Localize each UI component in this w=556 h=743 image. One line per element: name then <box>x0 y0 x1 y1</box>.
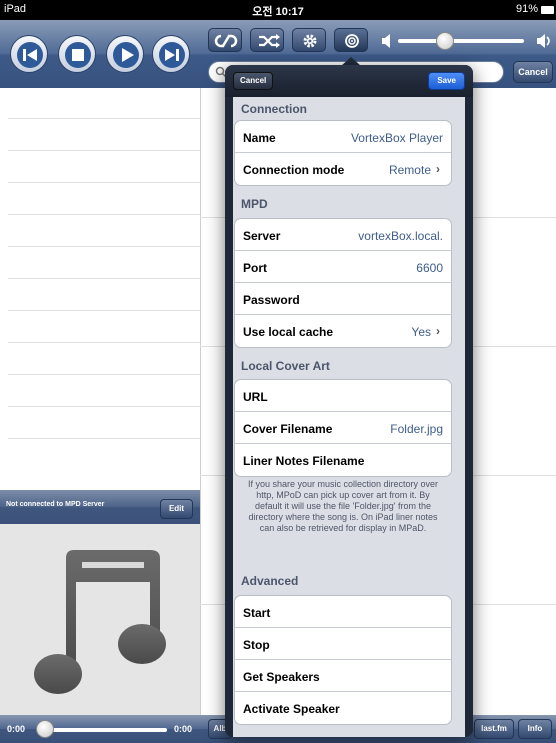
port-value: 6600 <box>416 261 443 275</box>
seek-slider-track[interactable] <box>45 728 167 732</box>
previous-button[interactable] <box>10 35 48 73</box>
use-local-cache-label: Use local cache <box>243 325 334 339</box>
stop-label: Stop <box>243 638 270 652</box>
battery-level: 91% <box>515 3 538 15</box>
use-local-cache-row[interactable]: Use local cache Yes › <box>235 315 451 347</box>
port-label: Port <box>243 261 267 275</box>
url-field[interactable]: URL <box>235 380 451 412</box>
start-button[interactable]: Start <box>235 596 451 628</box>
start-label: Start <box>243 606 271 620</box>
connection-group: Name VortexBox Player Connection mode Re… <box>234 120 452 186</box>
list-row-divider <box>8 342 200 343</box>
liner-notes-filename-label: Liner Notes Filename <box>243 454 365 468</box>
library-list[interactable] <box>0 88 200 490</box>
music-note-icon <box>34 550 166 694</box>
shuffle-icon <box>259 34 280 48</box>
port-field[interactable]: Port 6600 <box>235 251 451 283</box>
next-icon <box>159 42 185 68</box>
activate-speaker-button[interactable]: Activate Speaker <box>235 692 451 724</box>
activate-speaker-label: Activate Speaker <box>243 702 340 716</box>
search-cancel-button[interactable]: Cancel <box>513 61 553 83</box>
outputs-toggle[interactable] <box>334 28 368 52</box>
list-row-divider <box>8 118 200 119</box>
connection-mode-label: Connection mode <box>243 163 345 177</box>
list-row-divider <box>8 374 200 375</box>
list-row-divider <box>8 278 200 279</box>
settings-popover: Cancel Save Connection Name VortexBox Pl… <box>225 65 473 737</box>
popover-navbar: Cancel Save <box>225 65 473 97</box>
list-row-divider <box>8 438 200 439</box>
settings-toggle[interactable] <box>292 28 326 52</box>
stop-button[interactable] <box>58 35 96 73</box>
now-playing-header: Not connected to MPD Server Edit <box>0 490 200 524</box>
edit-button[interactable]: Edit <box>160 499 193 519</box>
play-icon <box>113 42 139 68</box>
list-row-divider <box>8 182 200 183</box>
section-title-advanced: Advanced <box>241 574 299 588</box>
list-row-divider <box>8 150 200 151</box>
server-label: Server <box>243 229 281 243</box>
cancel-button[interactable]: Cancel <box>233 72 274 90</box>
get-speakers-button[interactable]: Get Speakers <box>235 660 451 692</box>
connection-mode-value: Remote <box>388 163 431 177</box>
cover-filename-field[interactable]: Cover Filename Folder.jpg <box>235 412 451 444</box>
mpd-group: Server vortexBox.local. Port 6600 Passwo… <box>234 218 452 348</box>
shuffle-toggle[interactable] <box>250 28 284 52</box>
server-field[interactable]: Server vortexBox.local. <box>235 219 451 251</box>
settings-form[interactable]: Connection Name VortexBox Player Connect… <box>233 97 465 737</box>
cover-filename-label: Cover Filename <box>243 422 333 436</box>
save-button[interactable]: Save <box>428 72 465 90</box>
list-row-divider <box>8 246 200 247</box>
status-bar: iPad 오전 10:17 91% <box>0 0 556 20</box>
get-speakers-label: Get Speakers <box>243 670 320 684</box>
clock: 오전 10:17 <box>252 6 304 18</box>
battery-icon <box>541 6 554 14</box>
section-title-mpd: MPD <box>241 197 268 211</box>
chevron-right-icon: › <box>436 162 440 176</box>
stop-server-button[interactable]: Stop <box>235 628 451 660</box>
connection-mode-row[interactable]: Connection mode Remote › <box>235 153 451 185</box>
cover-art-help-text: If you share your music collection direc… <box>247 479 439 533</box>
server-value: vortexBox.local. <box>358 229 443 243</box>
section-title-cover-art: Local Cover Art <box>241 359 330 373</box>
gear-icon <box>303 34 317 48</box>
volume-slider-track[interactable] <box>398 39 524 43</box>
cover-filename-value: Folder.jpg <box>390 422 443 436</box>
connection-status: Not connected to MPD Server <box>6 501 105 508</box>
seek-slider-knob[interactable] <box>36 720 54 738</box>
stop-icon <box>65 42 91 68</box>
lastfm-button[interactable]: last.fm <box>474 719 514 739</box>
elapsed-time: 0:00 <box>7 724 26 734</box>
password-field[interactable]: Password <box>235 283 451 315</box>
repeat-toggle[interactable] <box>208 28 242 52</box>
name-field[interactable]: Name VortexBox Player <box>235 121 451 153</box>
name-value: VortexBox Player <box>350 131 443 145</box>
volume-high-icon <box>537 34 550 48</box>
previous-icon <box>17 42 43 68</box>
cover-art-group: URL Cover Filename Folder.jpg Liner Note… <box>234 379 452 477</box>
name-label: Name <box>243 131 276 145</box>
play-button[interactable] <box>106 35 144 73</box>
album-art[interactable] <box>0 524 200 715</box>
list-row-divider <box>8 310 200 311</box>
section-title-connection: Connection <box>241 102 307 116</box>
liner-notes-filename-field[interactable]: Liner Notes Filename <box>235 444 451 476</box>
list-row-divider <box>8 214 200 215</box>
repeat-icon <box>214 34 238 48</box>
next-button[interactable] <box>152 35 190 73</box>
password-label: Password <box>243 293 300 307</box>
volume-low-icon <box>382 34 390 48</box>
list-row-divider <box>8 406 200 407</box>
use-local-cache-value: Yes <box>411 325 431 339</box>
outputs-icon <box>345 34 359 48</box>
volume-slider-knob[interactable] <box>436 32 454 50</box>
url-label: URL <box>243 390 268 404</box>
advanced-group: Start Stop Get Speakers Activate Speaker <box>234 595 452 725</box>
chevron-right-icon: › <box>436 324 440 338</box>
remaining-time: 0:00 <box>174 724 193 734</box>
info-button[interactable]: Info <box>518 719 552 739</box>
